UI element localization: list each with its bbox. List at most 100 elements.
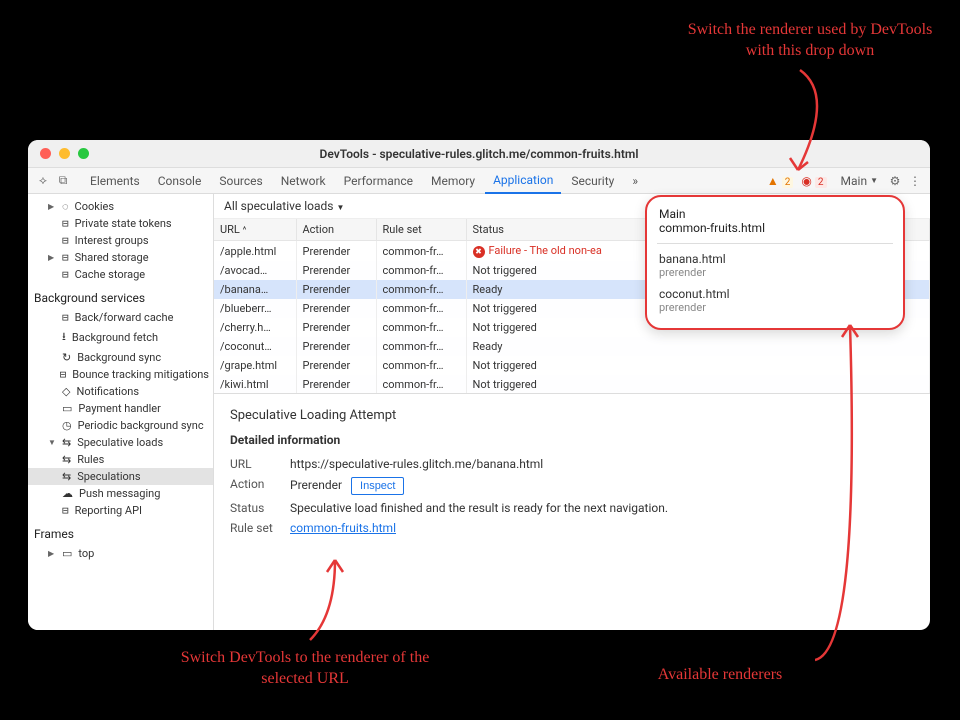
sidebar-section-frames: Frames [28, 519, 213, 545]
table-cell: common-fr… [376, 318, 466, 337]
sidebar-item-reporting-api[interactable]: ⊟Reporting API [28, 502, 213, 519]
table-cell: /blueberr… [214, 299, 296, 318]
kebab-menu-icon[interactable]: ⋮ [906, 174, 924, 188]
table-cell: /apple.html [214, 241, 296, 262]
download-icon: ⭳ [62, 328, 66, 347]
settings-gear-icon[interactable]: ⚙ [886, 174, 904, 188]
table-cell: Prerender [296, 280, 376, 299]
table-cell: common-fr… [376, 299, 466, 318]
table-cell: common-fr… [376, 337, 466, 356]
bell-icon: ◇ [62, 385, 70, 398]
annotation-available-renderers: Available renderers [610, 665, 830, 686]
column-header-ruleset[interactable]: Rule set [376, 219, 466, 241]
cookie-icon: ◌ [62, 200, 69, 213]
table-cell: common-fr… [376, 356, 466, 375]
sidebar-item-background-sync[interactable]: ↻Background sync [28, 349, 213, 366]
arrow-to-dropdown [780, 65, 860, 180]
sidebar: ▶◌Cookies ⊟Private state tokens ⊟Interes… [28, 194, 214, 630]
filter-dropdown[interactable]: All speculative loads ▼ [224, 199, 344, 213]
table-cell: common-fr… [376, 375, 466, 394]
sidebar-item-push-messaging[interactable]: ☁Push messaging [28, 485, 213, 502]
tab-elements[interactable]: Elements [82, 168, 148, 194]
details-title: Speculative Loading Attempt [230, 408, 914, 423]
filter-label: All speculative loads [224, 199, 333, 213]
db-icon: ⊟ [62, 504, 69, 517]
detail-url-label: URL [230, 457, 290, 471]
sidebar-item-top-frame[interactable]: ▶▭top [28, 545, 213, 562]
table-cell: common-fr… [376, 241, 466, 262]
tab-sources[interactable]: Sources [211, 168, 270, 194]
tab-network[interactable]: Network [273, 168, 334, 194]
device-toolbar-icon[interactable]: ⧉ [54, 173, 72, 188]
detail-ruleset-label: Rule set [230, 521, 290, 535]
more-tabs-button[interactable]: » [624, 168, 646, 194]
db-icon: ⊟ [62, 268, 69, 281]
table-cell: /cherry.h… [214, 318, 296, 337]
annotation-renderer-dropdown: Switch the renderer used by DevTools wit… [680, 20, 940, 62]
table-cell: Prerender [296, 261, 376, 280]
sidebar-item-payment-handler[interactable]: ▭Payment handler [28, 400, 213, 417]
tab-console[interactable]: Console [150, 168, 210, 194]
inspect-button[interactable]: Inspect [351, 477, 404, 495]
sidebar-item-speculations[interactable]: ⇆Speculations [28, 468, 213, 485]
divider [657, 243, 893, 244]
close-window-icon[interactable] [40, 148, 51, 159]
sidebar-item-background-fetch[interactable]: ⭳Background fetch [28, 326, 213, 349]
sidebar-item-cache-storage[interactable]: ⊟Cache storage [28, 266, 213, 283]
table-cell: Prerender [296, 375, 376, 394]
sidebar-item-periodic-sync[interactable]: ◷Periodic background sync [28, 417, 213, 434]
frame-icon: ▭ [62, 547, 72, 560]
sidebar-item-interest-groups[interactable]: ⊟Interest groups [28, 232, 213, 249]
detail-action-label: Action [230, 477, 290, 495]
renderer-item-kind: prerender [659, 266, 891, 279]
table-cell: common-fr… [376, 280, 466, 299]
renderer-main-target: common-fruits.html [659, 221, 891, 235]
sidebar-item-back-forward-cache[interactable]: ⊟Back/forward cache [28, 309, 213, 326]
tab-security[interactable]: Security [563, 168, 622, 194]
detail-status-label: Status [230, 501, 290, 515]
sort-indicator-icon: ^ [243, 226, 247, 236]
renderer-option-main[interactable]: Main common-fruits.html [657, 203, 893, 239]
sidebar-item-cookies[interactable]: ▶◌Cookies [28, 198, 213, 215]
sidebar-item-speculative-loads[interactable]: ▼⇆Speculative loads [28, 434, 213, 451]
tab-application[interactable]: Application [485, 168, 561, 194]
column-header-action[interactable]: Action [296, 219, 376, 241]
db-icon: ⊟ [62, 234, 69, 247]
column-header-url[interactable]: URL ^ [214, 219, 296, 241]
swap-icon: ⇆ [62, 470, 71, 483]
minimize-window-icon[interactable] [59, 148, 70, 159]
chevron-down-icon: ▼ [870, 176, 878, 185]
zoom-window-icon[interactable] [78, 148, 89, 159]
renderer-main-label: Main [659, 207, 891, 221]
cloud-icon: ☁ [62, 487, 73, 500]
arrow-to-inspect [300, 555, 360, 645]
tab-performance[interactable]: Performance [336, 168, 421, 194]
sidebar-item-private-state-tokens[interactable]: ⊟Private state tokens [28, 215, 213, 232]
detail-ruleset-link[interactable]: common-fruits.html [290, 521, 396, 535]
card-icon: ▭ [62, 402, 72, 415]
sidebar-item-rules[interactable]: ⇆Rules [28, 451, 213, 468]
annotation-inspect-button: Switch DevTools to the renderer of the s… [175, 648, 435, 690]
table-cell: /coconut… [214, 337, 296, 356]
sidebar-item-shared-storage[interactable]: ▶⊟Shared storage [28, 249, 213, 266]
renderer-option-banana[interactable]: banana.html prerender [657, 248, 893, 283]
inspect-element-icon[interactable]: ⟡ [34, 173, 52, 188]
table-cell: common-fr… [376, 261, 466, 280]
sidebar-item-notifications[interactable]: ◇Notifications [28, 383, 213, 400]
renderer-option-coconut[interactable]: coconut.html prerender [657, 283, 893, 318]
table-cell: /kiwi.html [214, 375, 296, 394]
table-cell: Prerender [296, 337, 376, 356]
renderer-item-kind: prerender [659, 301, 891, 314]
sidebar-section-background-services: Background services [28, 283, 213, 309]
table-cell: /avocad… [214, 261, 296, 280]
tab-memory[interactable]: Memory [423, 168, 483, 194]
window-controls [40, 148, 89, 159]
sidebar-item-bounce-tracking[interactable]: ⊟Bounce tracking mitigations [28, 366, 213, 383]
renderer-item-name: coconut.html [659, 287, 891, 301]
swap-icon: ⇆ [62, 436, 71, 449]
swap-icon: ⇆ [62, 453, 71, 466]
table-cell: /banana… [214, 280, 296, 299]
chevron-down-icon: ▼ [336, 203, 344, 212]
db-icon: ⊟ [60, 368, 67, 381]
arrow-to-renderers [815, 320, 875, 670]
